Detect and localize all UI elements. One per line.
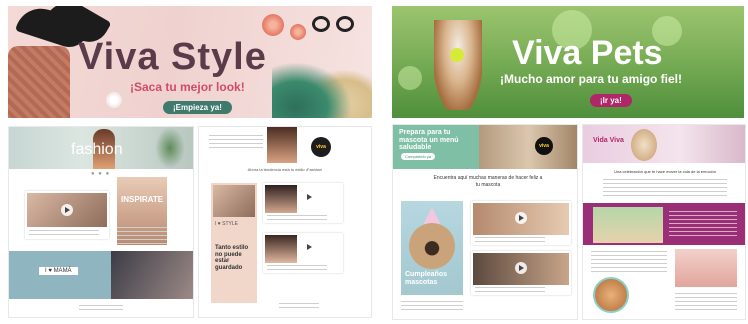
fashion-hero: fashion [9, 127, 193, 169]
flower-decoration [262, 14, 284, 36]
video-card[interactable] [263, 233, 343, 273]
video-card[interactable] [263, 183, 343, 223]
mama-label: I ♥ MAMÁ [39, 267, 78, 275]
pug-card-text: Cumpleaños mascotas [405, 271, 448, 286]
viva-pets-banner: Viva Pets ¡Mucho amor para tu amigo fiel… [392, 6, 744, 118]
style-page-mockup-fashion: fashion ● ● ● INSPIRATE I ♥ MAMÁ [8, 126, 194, 318]
card-text [117, 227, 167, 245]
tennis-ball-icon [450, 48, 464, 62]
section-photo [593, 207, 663, 243]
menu-hero: Prepara para tu mascota un menú saludabl… [393, 125, 577, 169]
footer-text [79, 305, 123, 311]
trend-hero: viva [199, 127, 371, 163]
banner-subtitle: ¡Mucho amor para tu amigo fiel! [500, 72, 683, 86]
hero-heading: Prepara para tu mascota un menú saludabl… [399, 129, 459, 152]
hero-photo [479, 125, 577, 169]
celebration-hero: Vida Viva [583, 125, 745, 163]
carousel-dots[interactable]: ● ● ● [91, 171, 110, 177]
card-text [475, 287, 545, 293]
celebration-line: Una celebración que te hace mover la col… [614, 169, 716, 174]
viva-logo: viva [311, 137, 331, 157]
birthday-pug-card[interactable]: Cumpleaños mascotas [401, 201, 463, 295]
play-icon[interactable] [303, 241, 315, 253]
section-heading: Ahora la tendencia está tu estilo ¡Fashi… [247, 167, 323, 172]
bag-decoration [8, 46, 70, 118]
strip-photo [213, 185, 255, 217]
body-text [603, 179, 727, 197]
go-button[interactable]: ¡Ir ya! [590, 94, 632, 107]
purple-section[interactable] [583, 203, 745, 245]
hero-tag: Vida Viva [593, 137, 624, 144]
footer-text [279, 303, 319, 309]
hero-text [209, 135, 263, 149]
body-text [675, 293, 737, 311]
section-text [669, 211, 737, 237]
card-text [475, 237, 545, 243]
share-button[interactable]: Compártelo ya [401, 153, 436, 160]
body-text [591, 251, 667, 273]
bokeh-decoration [398, 66, 422, 90]
video-thumbnail [265, 235, 297, 263]
card-text [29, 230, 99, 237]
viva-style-banner: Viva Style ¡Saca tu mejor look! ¡Empieza… [8, 6, 372, 118]
card-text [401, 301, 463, 311]
play-icon[interactable] [61, 204, 73, 216]
play-icon[interactable] [303, 191, 315, 203]
mama-section[interactable]: I ♥ MAMÁ [9, 251, 193, 299]
style-strip[interactable]: I ♥ STYLE Tanto estilo no puede estar gu… [211, 183, 257, 303]
card-text [267, 265, 327, 271]
card-text [267, 215, 327, 221]
viva-logo: viva [535, 137, 553, 155]
room-photo [675, 249, 737, 287]
banner-subtitle: ¡Saca tu mejor look! [130, 80, 245, 94]
video-thumbnail [265, 185, 297, 213]
dog-photo [434, 20, 482, 110]
pug-photo [409, 223, 455, 269]
start-button[interactable]: ¡Empieza ya! [163, 101, 232, 114]
flower-decoration [106, 92, 122, 108]
banner-title: Viva Style [78, 36, 267, 78]
hero-label: fashion [71, 141, 123, 158]
plant-decoration [155, 127, 185, 169]
strip-text: Tanto estilo no puede estar guardado [215, 245, 249, 271]
video-card[interactable] [471, 201, 571, 245]
dog-photo [631, 129, 657, 161]
play-icon[interactable] [515, 212, 527, 224]
video-card[interactable] [471, 251, 571, 295]
sunglasses-decoration [312, 16, 358, 36]
model-photo [267, 127, 297, 163]
style-page-mockup-trend: viva Ahora la tendencia está tu estilo ¡… [198, 126, 372, 318]
play-icon[interactable] [515, 262, 527, 274]
mama-photo [111, 251, 193, 299]
pets-page-mockup-menu: Prepara para tu mascota un menú saludabl… [392, 124, 578, 320]
inspirate-label: INSPIRATE [121, 195, 164, 204]
video-card[interactable] [25, 191, 109, 239]
banner-title: Viva Pets [512, 34, 663, 72]
cat-photo [593, 277, 629, 313]
pets-page-mockup-celebration: Vida Viva Una celebración que te hace mo… [582, 124, 746, 320]
section-heading: Encuentra aquí muchas maneras de hacer f… [433, 175, 543, 188]
strip-label: I ♥ STYLE [215, 221, 238, 227]
